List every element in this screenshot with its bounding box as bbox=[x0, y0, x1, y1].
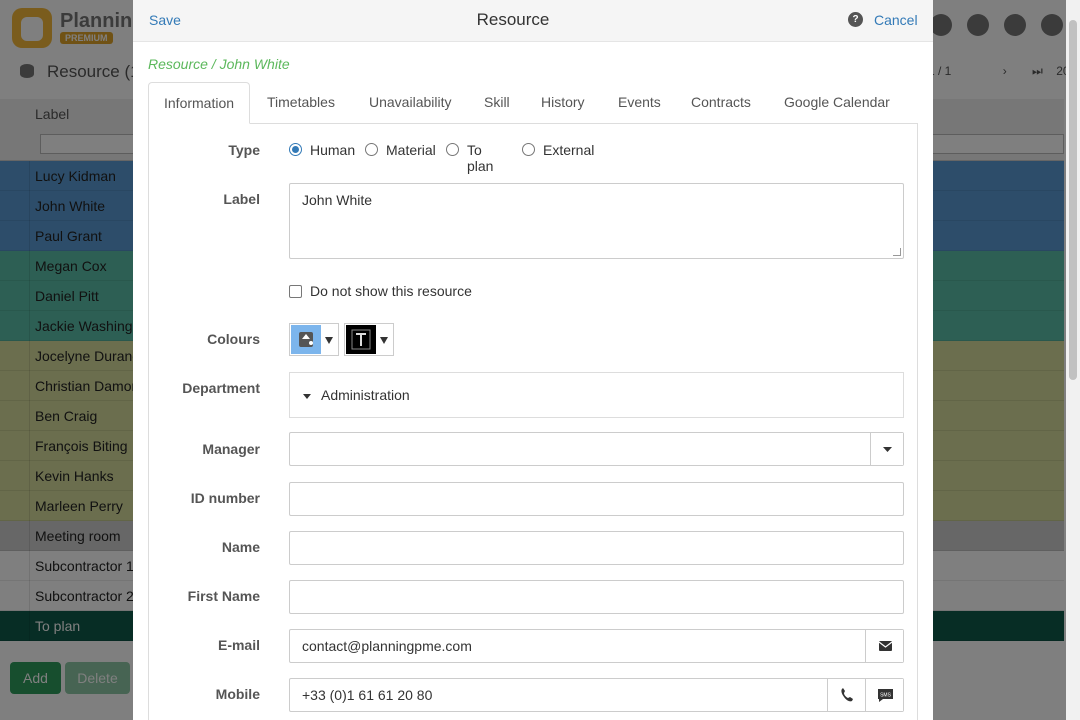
call-button[interactable] bbox=[827, 679, 865, 711]
first-name-label: First Name bbox=[187, 588, 260, 604]
send-email-button[interactable] bbox=[865, 630, 903, 662]
tab-bar: Information Timetables Unavailability Sk… bbox=[148, 82, 918, 124]
scrollbar-thumb[interactable] bbox=[1069, 20, 1077, 380]
colours-label: Colours bbox=[207, 331, 260, 347]
tab-history[interactable]: History bbox=[526, 82, 600, 124]
hide-resource-label[interactable]: Do not show this resource bbox=[310, 283, 472, 299]
phone-icon bbox=[841, 688, 853, 702]
name-label: Name bbox=[221, 539, 260, 555]
first-name-input[interactable] bbox=[289, 580, 904, 614]
email-input[interactable]: contact@planningpme.com bbox=[289, 629, 904, 663]
label-textarea[interactable]: John White bbox=[289, 183, 904, 259]
radio-to-plan-label[interactable]: To plan bbox=[467, 142, 493, 174]
radio-external-label[interactable]: External bbox=[543, 142, 594, 158]
paint-bucket-icon bbox=[291, 325, 321, 354]
breadcrumb: Resource / John White bbox=[148, 56, 290, 72]
help-icon[interactable]: ? bbox=[848, 12, 863, 27]
caret-down-icon[interactable] bbox=[303, 394, 311, 399]
id-number-label: ID number bbox=[190, 490, 260, 506]
label-field-label: Label bbox=[223, 191, 260, 207]
tab-information[interactable]: Information bbox=[148, 82, 251, 124]
radio-to-plan[interactable] bbox=[446, 143, 459, 156]
radio-human[interactable] bbox=[289, 143, 302, 156]
dialog-header: Save Resource ? Cancel bbox=[133, 0, 933, 42]
email-value: contact@planningpme.com bbox=[302, 638, 472, 654]
caret-down-icon bbox=[883, 447, 892, 452]
tab-timetables[interactable]: Timetables bbox=[252, 82, 350, 124]
department-value[interactable]: Administration bbox=[321, 387, 410, 403]
text-colour-icon bbox=[346, 325, 376, 354]
radio-material[interactable] bbox=[365, 143, 378, 156]
resize-handle[interactable] bbox=[893, 248, 901, 256]
id-number-input[interactable] bbox=[289, 482, 904, 516]
name-input[interactable] bbox=[289, 531, 904, 565]
hide-resource-checkbox[interactable] bbox=[289, 285, 302, 298]
cancel-button[interactable]: Cancel bbox=[874, 12, 918, 28]
manager-select[interactable] bbox=[289, 432, 904, 466]
dialog-title: Resource bbox=[476, 10, 550, 29]
chevron-down-icon bbox=[325, 337, 333, 344]
chevron-down-icon bbox=[380, 337, 388, 344]
svg-text:SMS: SMS bbox=[880, 693, 892, 699]
manager-dropdown-button[interactable] bbox=[870, 433, 903, 465]
radio-material-label[interactable]: Material bbox=[386, 142, 436, 158]
type-label: Type bbox=[228, 142, 260, 158]
envelope-icon bbox=[878, 641, 893, 651]
text-colour-picker[interactable] bbox=[344, 323, 394, 356]
department-tree[interactable]: Administration bbox=[289, 372, 904, 418]
sms-button[interactable]: SMS bbox=[865, 679, 903, 711]
sms-icon: SMS bbox=[878, 689, 893, 702]
department-label: Department bbox=[182, 380, 260, 396]
radio-external[interactable] bbox=[522, 143, 535, 156]
mobile-input[interactable]: +33 (0)1 61 61 20 80 SMS bbox=[289, 678, 904, 712]
radio-human-label[interactable]: Human bbox=[310, 142, 355, 158]
resource-dialog: Save Resource ? Cancel Resource / John W… bbox=[133, 0, 933, 720]
label-value: John White bbox=[302, 192, 373, 208]
email-label: E-mail bbox=[217, 637, 260, 653]
background-colour-picker[interactable] bbox=[289, 323, 339, 356]
tab-google-calendar[interactable]: Google Calendar bbox=[769, 82, 905, 124]
mobile-label: Mobile bbox=[215, 686, 260, 702]
tab-skill[interactable]: Skill bbox=[469, 82, 525, 124]
tab-events[interactable]: Events bbox=[603, 82, 676, 124]
tab-unavailability[interactable]: Unavailability bbox=[354, 82, 466, 124]
mobile-value: +33 (0)1 61 61 20 80 bbox=[302, 687, 433, 703]
manager-label: Manager bbox=[202, 441, 260, 457]
tab-contracts[interactable]: Contracts bbox=[676, 82, 766, 124]
